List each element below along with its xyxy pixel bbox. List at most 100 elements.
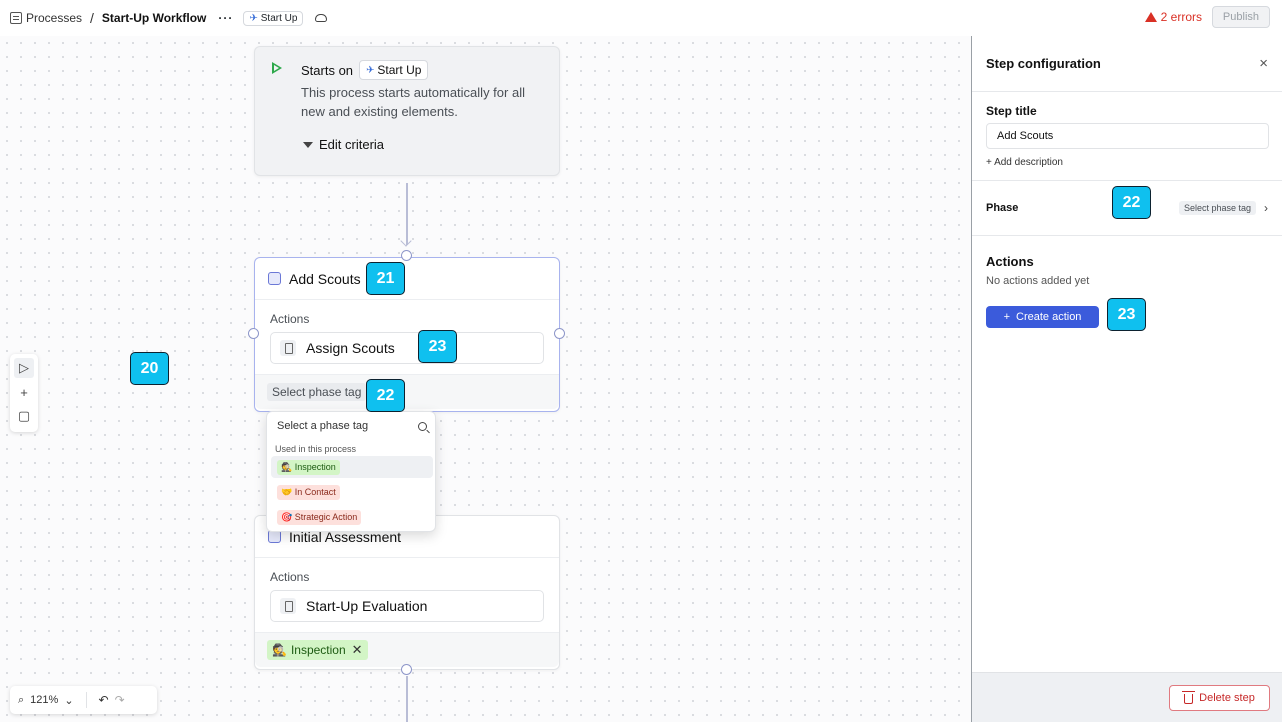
rocket-icon: ✈: [249, 12, 258, 24]
select-phase-tag-button[interactable]: Select phase tag: [267, 383, 367, 401]
dropdown-section-label: Used in this process: [275, 444, 357, 454]
phase-tag-search-input[interactable]: Select a phase tag: [277, 420, 427, 432]
phase-pill-in-contact: 🤝 In Contact: [277, 484, 340, 500]
action-item-start-up-evaluation[interactable]: Start-Up Evaluation: [270, 590, 544, 622]
undo-icon[interactable]: ↶: [99, 693, 109, 707]
zoom-controls: ⌕ 121% ⌄ ↶ ↷: [10, 686, 157, 714]
zoom-icon: ⌕: [18, 693, 25, 706]
starts-on-label: Starts on: [301, 62, 354, 78]
edit-criteria-button[interactable]: Edit criteria: [303, 137, 384, 152]
delete-step-button[interactable]: Delete step: [1169, 685, 1270, 711]
step-footer: Select phase tag: [255, 374, 559, 409]
phase-option-label: Inspection: [294, 461, 336, 472]
trigger-description: This process starts automatically for al…: [301, 85, 525, 119]
step-body: Actions Start-Up Evaluation: [255, 558, 559, 632]
step-header[interactable]: Add Scouts: [255, 258, 559, 300]
connector-line: [406, 676, 408, 722]
select-phase-tag-pill[interactable]: Select phase tag: [1178, 201, 1256, 215]
panel-title: Step configuration: [986, 56, 1101, 71]
phase-tag-chip[interactable]: 🕵 Inspection ✕: [267, 640, 368, 660]
form-icon: [280, 598, 296, 614]
phase-tag-search-placeholder: Select a phase tag: [277, 420, 369, 432]
connection-handle-right[interactable]: [554, 328, 565, 339]
close-icon[interactable]: ×: [1259, 55, 1268, 72]
phase-option-label: In Contact: [294, 486, 336, 497]
more-options-button[interactable]: ···: [218, 11, 233, 25]
delete-step-label: Delete step: [1199, 692, 1255, 704]
no-actions-text: No actions added yet: [986, 275, 1090, 287]
annotation-marker-22: 22: [1112, 186, 1151, 219]
phase-tag-label: Inspection: [290, 643, 346, 657]
connection-handle-top[interactable]: [401, 250, 412, 261]
annotation-marker-20: 20: [130, 352, 169, 385]
trigger-tag-chip[interactable]: ✈ Start Up: [359, 60, 429, 80]
trash-icon: [1182, 691, 1196, 704]
play-icon: [272, 62, 282, 74]
form-icon: [280, 340, 296, 356]
annotation-marker-21: 21: [366, 262, 405, 295]
entity-tag-chip[interactable]: ✈ Start Up: [243, 10, 304, 26]
phase-option-strategic-action[interactable]: 🎯 Strategic Action: [271, 506, 433, 528]
connector-arrow: [400, 235, 412, 247]
actions-label: Actions: [270, 570, 310, 584]
step-title-input[interactable]: [986, 123, 1269, 149]
handshake-emoji-icon: 🤝: [281, 486, 293, 497]
entity-tag-label: Start Up: [260, 12, 298, 24]
breadcrumb-processes[interactable]: Processes: [26, 11, 82, 25]
connection-handle-left[interactable]: [248, 328, 259, 339]
rocket-icon: ✈: [366, 64, 375, 76]
phase-option-inspection[interactable]: 🕵 Inspection: [271, 456, 433, 478]
action-label: Assign Scouts: [306, 340, 395, 356]
connection-handle-bottom[interactable]: [401, 664, 412, 675]
breadcrumb-separator: /: [90, 10, 94, 26]
step-card-initial-assessment[interactable]: Initial Assessment Actions Start-Up Eval…: [254, 515, 560, 670]
phase-option-in-contact[interactable]: 🤝 In Contact: [271, 481, 433, 503]
redo-icon[interactable]: ↷: [115, 693, 125, 707]
publish-button[interactable]: Publish: [1211, 6, 1270, 28]
divider: [85, 692, 87, 708]
step-title: Add Scouts: [289, 270, 361, 287]
panel-footer: Delete step: [972, 672, 1282, 722]
step-icon: [268, 272, 281, 285]
process-list-icon: [10, 12, 22, 24]
chevron-down-icon[interactable]: ⌄: [64, 694, 73, 707]
select-tool-icon[interactable]: ▷: [14, 358, 34, 378]
zoom-level[interactable]: 121%: [30, 694, 58, 706]
errors-label: 2 errors: [1160, 10, 1202, 24]
canvas-toolbar: ▷ + ▢: [10, 354, 38, 432]
step-title-section: Step title + Add description: [972, 92, 1282, 181]
edit-criteria-label: Edit criteria: [319, 137, 385, 152]
phase-pill-inspection: 🕵 Inspection: [277, 459, 340, 475]
action-label: Start-Up Evaluation: [306, 598, 428, 614]
trigger-card[interactable]: Starts on ✈ Start Up This process starts…: [254, 46, 560, 176]
create-action-label: Create action: [1016, 311, 1082, 323]
filter-icon: [303, 141, 313, 148]
search-icon: [418, 421, 427, 431]
create-action-button[interactable]: + Create action: [986, 306, 1099, 328]
step-card-add-scouts[interactable]: Add Scouts Actions Assign Scouts Select …: [254, 257, 560, 412]
errors-indicator[interactable]: 2 errors: [1144, 10, 1202, 24]
annotation-marker-23: 23: [418, 330, 457, 363]
actions-label: Actions: [270, 312, 310, 326]
step-title-label: Step title: [986, 104, 1037, 118]
sticky-note-icon[interactable]: ▢: [14, 406, 34, 426]
detective-emoji-icon: 🕵: [281, 461, 293, 472]
starts-on-row: Starts on ✈ Start Up: [301, 60, 429, 80]
top-bar: Processes / Start-Up Workflow ··· ✈ Star…: [0, 0, 1282, 36]
phase-label: Phase: [986, 202, 1019, 214]
remove-tag-icon[interactable]: ✕: [352, 642, 363, 658]
step-footer: 🕵 Inspection ✕: [255, 632, 559, 667]
panel-header: Step configuration ×: [972, 36, 1282, 92]
page-title: Start-Up Workflow: [101, 11, 207, 25]
phase-pill-strategic-action: 🎯 Strategic Action: [277, 509, 362, 525]
action-item-assign-scouts[interactable]: Assign Scouts: [270, 332, 544, 364]
annotation-marker-23: 23: [1107, 298, 1146, 331]
step-body: Actions Assign Scouts: [255, 300, 559, 374]
phase-selector[interactable]: Select phase tag ›: [1178, 201, 1268, 215]
target-emoji-icon: 🎯: [281, 511, 293, 522]
annotation-marker-22: 22: [366, 379, 405, 412]
chevron-right-icon: ›: [1264, 201, 1268, 215]
detective-emoji-icon: 🕵: [272, 643, 287, 657]
add-description-button[interactable]: + Add description: [986, 157, 1268, 168]
add-node-icon[interactable]: +: [14, 382, 34, 402]
